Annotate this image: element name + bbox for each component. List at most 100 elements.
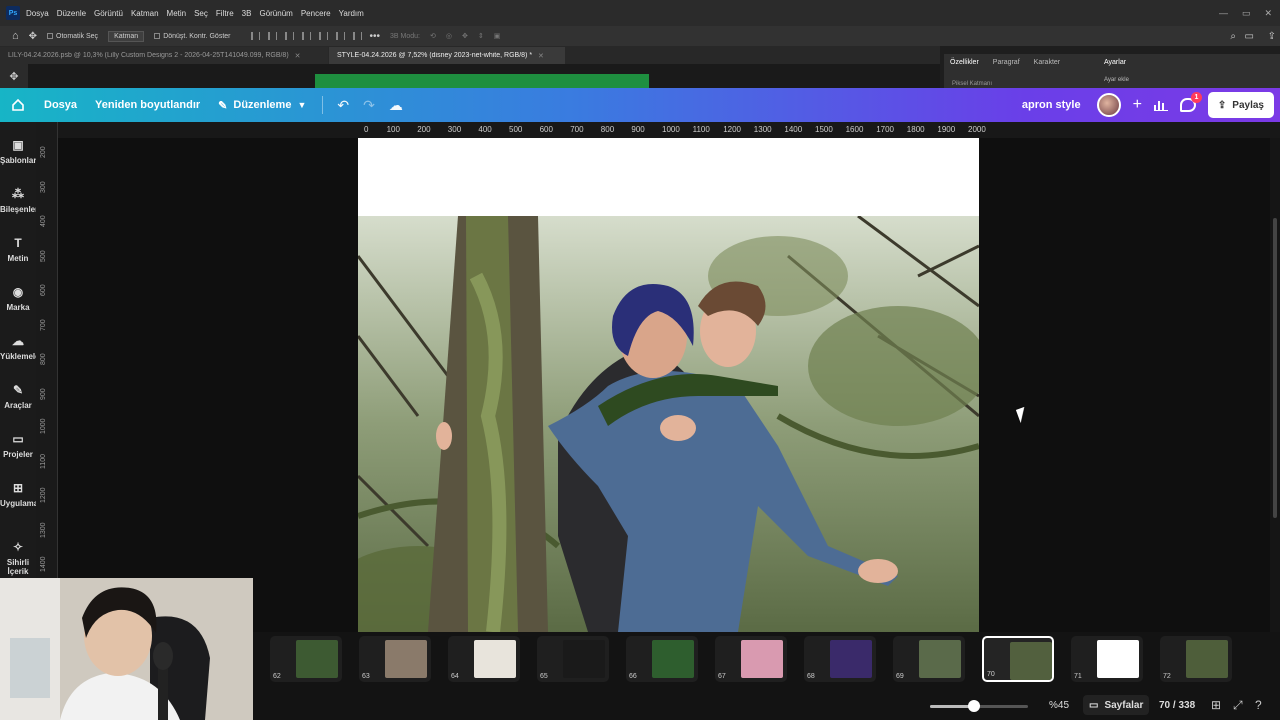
sidebar-item-brand[interactable]: ◉ Marka — [0, 285, 36, 312]
menu-filter[interactable]: Filtre — [216, 9, 234, 18]
tab-character[interactable]: Karakter — [1034, 59, 1060, 66]
home-icon[interactable]: ⌂ — [12, 30, 19, 42]
sidebar-item-uploads[interactable]: ☁ Yüklemeler — [0, 334, 43, 361]
design-photo[interactable] — [358, 216, 979, 632]
page-thumbnail[interactable]: 70 — [982, 636, 1054, 682]
home-icon[interactable] — [10, 97, 26, 113]
restore-icon[interactable]: ▭ — [1242, 8, 1251, 19]
workspace-icon[interactable]: ▭ — [1245, 31, 1254, 42]
align-bottom-icon[interactable] — [335, 32, 345, 40]
ruler-tick-label: 900 — [631, 125, 645, 134]
photoshop-logo-icon[interactable]: Ps — [6, 6, 20, 20]
close-tab-icon[interactable]: ✕ — [295, 52, 301, 60]
menu-layer[interactable]: Katman — [131, 9, 159, 18]
search-icon[interactable]: ⌕ — [1230, 31, 1236, 42]
align-center-icon[interactable] — [267, 32, 277, 40]
menu-window[interactable]: Pencere — [301, 9, 331, 18]
grid-view-icon[interactable]: ⊞ — [1211, 698, 1221, 712]
share-ps-icon[interactable]: ⇪ — [1268, 31, 1276, 42]
zoom-value[interactable]: %45 — [1049, 700, 1069, 711]
page-thumbnail[interactable]: 71 — [1071, 636, 1143, 682]
transform-controls-checkbox[interactable]: Dönüşt. Kontr. Göster — [154, 33, 231, 40]
fullscreen-icon[interactable]: ⤢ — [1233, 698, 1243, 713]
auto-select-checkbox[interactable]: Otomatik Seç — [47, 33, 98, 40]
help-icon[interactable]: ? — [1255, 698, 1262, 712]
more-options-icon[interactable]: ••• — [370, 31, 381, 42]
close-icon[interactable]: ✕ — [1264, 8, 1272, 19]
share-button[interactable]: ⇪ Paylaş — [1207, 92, 1274, 118]
3d-slide-icon[interactable]: ⇕ — [478, 32, 484, 40]
redo-icon[interactable]: ↷ — [363, 97, 375, 114]
3d-pan-icon[interactable]: ✥ — [462, 32, 468, 40]
ruler-tick-label: 600 — [539, 125, 553, 134]
align-top-icon[interactable] — [301, 32, 311, 40]
uploads-icon: ☁ — [12, 334, 24, 348]
menu-3d[interactable]: 3B — [242, 9, 252, 18]
page-thumbnail[interactable]: 63 — [359, 636, 431, 682]
page-thumbnail[interactable]: 68 — [804, 636, 876, 682]
vertical-scrollbar[interactable] — [1270, 138, 1280, 632]
document-tab-active[interactable]: STYLE-04.24.2026 @ 7,52% (disney 2023-ne… — [329, 47, 565, 64]
zoom-slider-handle[interactable] — [968, 700, 981, 712]
page-thumbnail[interactable]: 69 — [893, 636, 965, 682]
design-page-header-area[interactable] — [358, 138, 979, 216]
sidebar-item-apps[interactable]: ⊞ Uygulamalar — [0, 481, 48, 508]
ruler-tick-label: 300 — [40, 180, 47, 193]
design-title[interactable]: apron style — [1022, 99, 1081, 111]
sidebar-item-text[interactable]: T Metin — [0, 236, 36, 263]
sidebar-item-magic-media[interactable]: ✧ Sihirli İçerik — [0, 540, 36, 576]
move-tool-icon[interactable]: ✥ — [0, 64, 28, 88]
minimize-icon[interactable]: — — [1219, 8, 1228, 19]
close-tab-icon[interactable]: ✕ — [538, 52, 544, 60]
move-tool-icon[interactable]: ✥ — [29, 31, 37, 42]
menu-image[interactable]: Görüntü — [94, 9, 123, 18]
page-thumbnail-image — [563, 640, 605, 678]
cloud-sync-icon[interactable]: ☁ — [389, 97, 403, 114]
ruler-tick-label: 400 — [40, 215, 47, 227]
align-right-icon[interactable] — [284, 32, 294, 40]
page-thumbnail-number: 63 — [362, 673, 370, 680]
editing-mode-button[interactable]: ✎ Düzenleme ▼ — [218, 99, 306, 112]
menu-file[interactable]: Dosya — [26, 9, 49, 18]
page-thumbnail[interactable]: 62 — [270, 636, 342, 682]
layer-select-dropdown[interactable]: Katman — [108, 30, 145, 42]
3d-roll-icon[interactable]: ◎ — [446, 32, 452, 40]
scrollbar-thumb[interactable] — [1273, 218, 1277, 518]
add-collaborator-icon[interactable]: + — [1133, 96, 1142, 114]
page-thumbnail[interactable]: 67 — [715, 636, 787, 682]
zoom-slider[interactable] — [930, 700, 1028, 712]
sidebar-item-templates[interactable]: ▣ Şablonlar — [0, 138, 36, 165]
distribute-icon[interactable] — [352, 32, 362, 40]
comments-icon[interactable]: 1 — [1179, 92, 1202, 112]
resize-button[interactable]: Yeniden boyutlandır — [95, 99, 200, 111]
tab-properties[interactable]: Özellikler — [950, 59, 979, 66]
align-left-icon[interactable] — [250, 32, 260, 40]
pages-button[interactable]: ▭ Sayfalar — [1083, 695, 1150, 715]
page-thumbnail[interactable]: 66 — [626, 636, 698, 682]
tab-paragraph[interactable]: Paragraf — [993, 59, 1020, 66]
ruler-tick-label: 600 — [40, 284, 47, 296]
menu-select[interactable]: Seç — [194, 9, 208, 18]
menu-type[interactable]: Metin — [167, 9, 187, 18]
page-thumbnail[interactable]: 65 — [537, 636, 609, 682]
sidebar-item-projects[interactable]: ▭ Projeler — [0, 432, 36, 459]
menu-edit[interactable]: Düzenle — [57, 9, 86, 18]
sidebar-item-elements[interactable]: ⁂ Bileşenler — [0, 187, 39, 214]
page-thumbnail[interactable]: 64 — [448, 636, 520, 682]
adjustments-tab[interactable]: Ayarlar — [1104, 59, 1126, 66]
ruler-tick-label: 1200 — [723, 125, 741, 134]
undo-icon[interactable]: ↶ — [337, 97, 349, 114]
avatar[interactable] — [1096, 93, 1121, 117]
insights-icon[interactable] — [1153, 99, 1168, 111]
3d-scale-icon[interactable]: ▣ — [494, 32, 501, 40]
menu-help[interactable]: Yardım — [339, 9, 364, 18]
text-icon: T — [14, 236, 22, 250]
page-thumbnail[interactable]: 72 — [1160, 636, 1232, 682]
sidebar-item-label: Bileşenler — [0, 205, 39, 214]
menu-view[interactable]: Görünüm — [259, 9, 292, 18]
3d-orbit-icon[interactable]: ⟲ — [430, 32, 436, 40]
align-middle-icon[interactable] — [318, 32, 328, 40]
file-menu-button[interactable]: Dosya — [44, 99, 77, 111]
document-tab[interactable]: LILY-04.24.2026.psb @ 10,3% (Lilly Custo… — [0, 47, 328, 64]
sidebar-item-draw[interactable]: ✎ Araçlar — [0, 383, 36, 410]
